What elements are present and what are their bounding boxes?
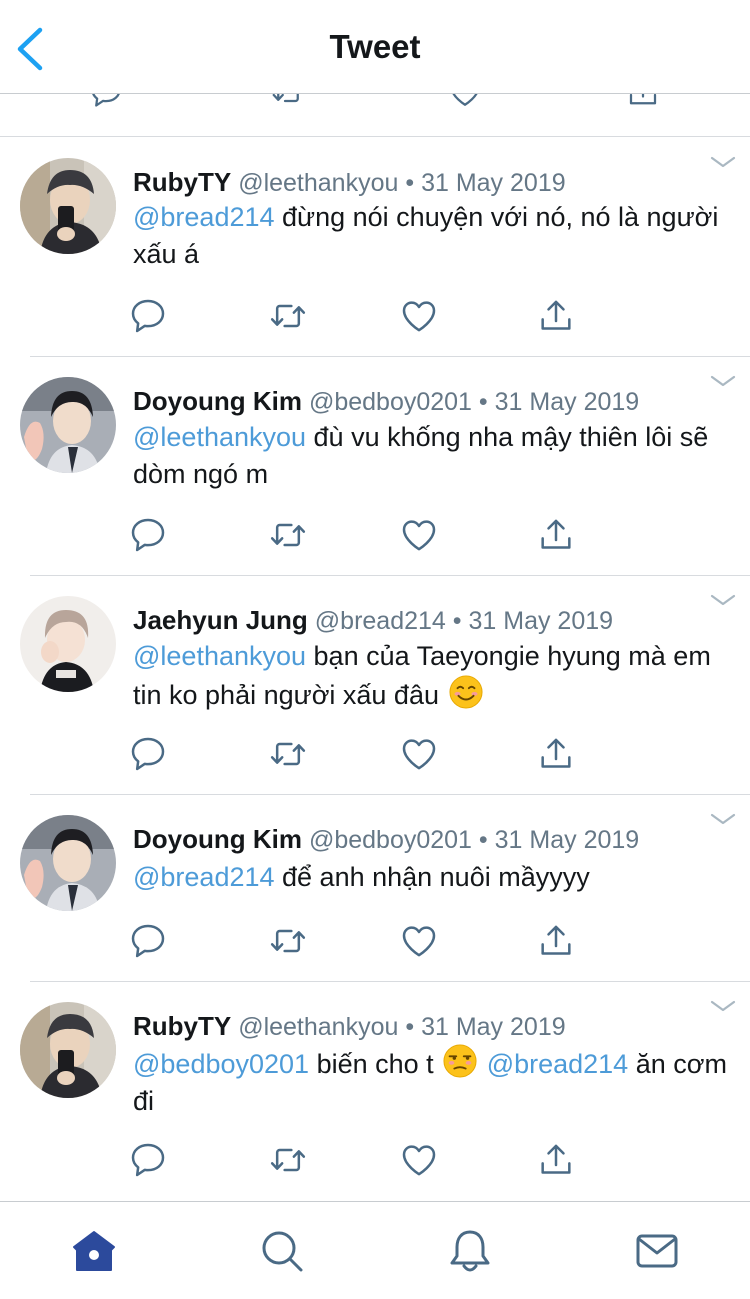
chevron-down-icon[interactable] bbox=[709, 155, 737, 169]
chevron-down-icon[interactable] bbox=[709, 593, 737, 607]
separator-dot: • bbox=[478, 388, 488, 416]
display-name[interactable]: Doyoung Kim bbox=[133, 824, 302, 854]
share-icon[interactable] bbox=[536, 515, 576, 555]
avatar[interactable] bbox=[20, 596, 116, 692]
mention-link[interactable]: @bread214 bbox=[133, 862, 275, 892]
retweet-icon[interactable] bbox=[270, 94, 306, 110]
mention-link[interactable]: @bedboy0201 bbox=[133, 1049, 309, 1079]
display-name[interactable]: Jaehyun Jung bbox=[133, 605, 308, 635]
username: @leethankyou bbox=[238, 1013, 399, 1041]
reply-icon[interactable] bbox=[88, 94, 124, 110]
reply-icon[interactable] bbox=[128, 515, 168, 555]
avatar[interactable] bbox=[20, 1002, 116, 1098]
retweet-icon[interactable] bbox=[268, 515, 308, 555]
unamused-face-emoji bbox=[443, 1044, 477, 1078]
separator-dot: • bbox=[452, 607, 462, 635]
home-icon[interactable] bbox=[71, 1228, 117, 1274]
like-icon[interactable] bbox=[399, 1140, 439, 1180]
like-icon[interactable] bbox=[399, 296, 439, 336]
bottom-tab-bar bbox=[0, 1201, 750, 1299]
messages-icon[interactable] bbox=[634, 1228, 680, 1274]
retweet-icon[interactable] bbox=[268, 1140, 308, 1180]
tweet-text-content: để anh nhận nuôi mầyyyy bbox=[274, 862, 590, 892]
tweet-text: @leethankyou đù vu khống nha mậy thiên l… bbox=[133, 419, 733, 493]
mention-link[interactable]: @bread214 bbox=[133, 202, 275, 232]
header-divider bbox=[0, 93, 750, 94]
tweet-header: RubyTY @leethankyou • 31 May 2019 bbox=[133, 167, 566, 198]
mention-link[interactable]: @leethankyou bbox=[133, 641, 306, 671]
username: @bread214 bbox=[314, 607, 446, 635]
share-icon[interactable] bbox=[536, 296, 576, 336]
avatar[interactable] bbox=[20, 815, 116, 911]
username: @bedboy0201 bbox=[308, 388, 472, 416]
tweet-header: Jaehyun Jung @bread214 • 31 May 2019 bbox=[133, 605, 613, 636]
tweet[interactable]: Doyoung Kim @bedboy0201 • 31 May 2019 @l… bbox=[0, 357, 750, 575]
retweet-icon[interactable] bbox=[268, 734, 308, 774]
like-icon[interactable] bbox=[447, 94, 483, 110]
separator-dot: • bbox=[478, 826, 488, 854]
tweet-date: 31 May 2019 bbox=[494, 826, 640, 854]
page-title: Tweet bbox=[329, 28, 421, 65]
share-icon[interactable] bbox=[536, 734, 576, 774]
tweet[interactable]: RubyTY @leethankyou • 31 May 2019 @bedbo… bbox=[0, 982, 750, 1201]
reply-icon[interactable] bbox=[128, 1140, 168, 1180]
share-icon[interactable] bbox=[625, 94, 661, 110]
reply-icon[interactable] bbox=[128, 296, 168, 336]
top-nav-bar: Tweet bbox=[0, 0, 750, 93]
share-icon[interactable] bbox=[536, 921, 576, 961]
share-icon[interactable] bbox=[536, 1140, 576, 1180]
chevron-down-icon[interactable] bbox=[709, 999, 737, 1013]
username: @leethankyou bbox=[238, 169, 399, 197]
tweet[interactable]: RubyTY @leethankyou • 31 May 2019 @bread… bbox=[0, 137, 750, 356]
tweet[interactable]: Jaehyun Jung @bread214 • 31 May 2019 @le… bbox=[0, 576, 750, 794]
tweet-header: Doyoung Kim @bedboy0201 • 31 May 2019 bbox=[133, 386, 639, 417]
avatar[interactable] bbox=[20, 377, 116, 473]
search-icon[interactable] bbox=[259, 1228, 305, 1274]
mention-link[interactable]: @bread214 bbox=[487, 1049, 629, 1079]
username: @bedboy0201 bbox=[308, 826, 472, 854]
mention-link[interactable]: @leethankyou bbox=[133, 422, 306, 452]
tweet-text: @bread214 để anh nhận nuôi mầyyyy bbox=[133, 859, 733, 896]
tweet-text: @bedboy0201 biến cho t @bread214 ăn cơm … bbox=[133, 1044, 733, 1120]
like-icon[interactable] bbox=[399, 921, 439, 961]
tweet-text: @leethankyou bạn của Taeyongie hyung mà … bbox=[133, 638, 733, 714]
separator-dot: • bbox=[405, 1013, 415, 1041]
notifications-icon[interactable] bbox=[447, 1228, 493, 1274]
tweet-header: RubyTY @leethankyou • 31 May 2019 bbox=[133, 1011, 566, 1042]
like-icon[interactable] bbox=[399, 734, 439, 774]
tweet-date: 31 May 2019 bbox=[494, 388, 640, 416]
retweet-icon[interactable] bbox=[268, 921, 308, 961]
display-name[interactable]: RubyTY bbox=[133, 167, 231, 197]
chevron-down-icon[interactable] bbox=[709, 812, 737, 826]
separator-dot: • bbox=[405, 169, 415, 197]
tweet-date: 31 May 2019 bbox=[468, 607, 614, 635]
retweet-icon[interactable] bbox=[268, 296, 308, 336]
display-name[interactable]: RubyTY bbox=[133, 1011, 231, 1041]
tweet-date: 31 May 2019 bbox=[421, 169, 566, 197]
smiling-face-emoji bbox=[449, 675, 483, 709]
tweet-text-content: biến cho t bbox=[309, 1049, 434, 1079]
reply-icon[interactable] bbox=[128, 734, 168, 774]
previous-tweet-actions bbox=[0, 94, 750, 136]
tweet-header: Doyoung Kim @bedboy0201 • 31 May 2019 bbox=[133, 824, 639, 855]
tweet-text: @bread214 đừng nói chuyện với nó, nó là … bbox=[133, 199, 733, 273]
reply-icon[interactable] bbox=[128, 921, 168, 961]
like-icon[interactable] bbox=[399, 515, 439, 555]
display-name[interactable]: Doyoung Kim bbox=[133, 386, 302, 416]
tweet[interactable]: Doyoung Kim @bedboy0201 • 31 May 2019 @b… bbox=[0, 795, 750, 981]
chevron-down-icon[interactable] bbox=[709, 374, 737, 388]
avatar[interactable] bbox=[20, 158, 116, 254]
tweet-date: 31 May 2019 bbox=[421, 1013, 566, 1041]
